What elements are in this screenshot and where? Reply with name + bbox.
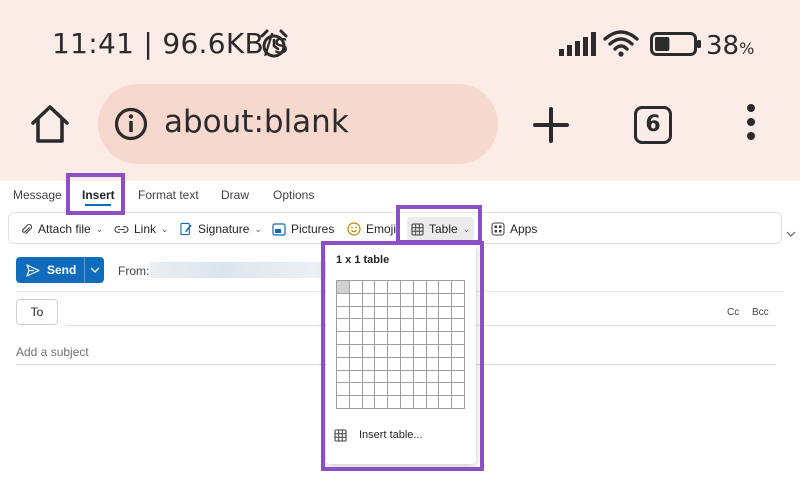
- status-time-speed: 11:41 | 96.6KB/s: [52, 27, 289, 60]
- tab-options[interactable]: Options: [273, 188, 314, 202]
- to-button[interactable]: To: [16, 299, 58, 325]
- wifi-icon: [603, 30, 639, 57]
- alarm-icon: [260, 29, 288, 58]
- cc-button[interactable]: Cc: [727, 307, 739, 318]
- subject-field[interactable]: Add a subject: [16, 340, 316, 364]
- chevron-down-icon: ⌄: [254, 223, 262, 234]
- tab-draw[interactable]: Draw: [221, 188, 249, 202]
- highlight-table-button: [396, 205, 482, 244]
- chevron-down-icon[interactable]: [786, 229, 796, 239]
- plus-icon[interactable]: [531, 105, 571, 145]
- send-options-button[interactable]: [84, 257, 104, 283]
- url-text: about:blank: [164, 104, 349, 140]
- from-address-blurred[interactable]: [150, 262, 328, 278]
- battery-percent: 38%: [706, 31, 755, 61]
- chevron-down-icon: [90, 267, 99, 273]
- emoji-icon: [347, 222, 361, 236]
- link-icon: [114, 225, 129, 233]
- pictures-button[interactable]: Pictures: [272, 219, 334, 239]
- send-button[interactable]: Send: [16, 257, 84, 283]
- tab-count-button[interactable]: 6: [634, 106, 672, 144]
- apps-icon: [491, 222, 505, 236]
- paperclip-icon: [21, 223, 33, 234]
- tab-format-text[interactable]: Format text: [138, 188, 199, 202]
- attach-file-button[interactable]: Attach file ⌄: [20, 219, 103, 239]
- emoji-button[interactable]: Emoji: [347, 219, 396, 239]
- kebab-menu-icon[interactable]: [744, 104, 758, 146]
- bcc-button[interactable]: Bcc: [752, 307, 769, 318]
- apps-button[interactable]: Apps: [491, 219, 537, 239]
- send-icon: [26, 263, 40, 277]
- tab-message[interactable]: Message: [13, 188, 62, 202]
- chevron-down-icon: ⌄: [161, 223, 169, 234]
- insert-toolbar: Attach file ⌄ Link ⌄ Signature ⌄ Picture…: [8, 212, 782, 244]
- highlight-insert-tab: [66, 173, 125, 215]
- battery-icon: [650, 32, 701, 56]
- chevron-down-icon: ⌄: [95, 223, 104, 234]
- signature-button[interactable]: Signature ⌄: [180, 219, 262, 239]
- to-field[interactable]: [66, 301, 316, 325]
- from-label: From:: [118, 264, 150, 278]
- signature-icon: [180, 222, 192, 236]
- browser-chrome: 11:41 | 96.6KB/s 38% about:blank 6: [0, 0, 800, 181]
- picture-icon: [272, 222, 286, 236]
- send-button-group: Send: [16, 257, 104, 283]
- signal-icon: [559, 32, 596, 56]
- link-button[interactable]: Link ⌄: [114, 219, 169, 239]
- highlight-table-dropdown: [321, 241, 484, 471]
- info-icon[interactable]: [114, 107, 148, 141]
- url-bar[interactable]: about:blank: [98, 84, 498, 164]
- home-icon[interactable]: [28, 102, 72, 146]
